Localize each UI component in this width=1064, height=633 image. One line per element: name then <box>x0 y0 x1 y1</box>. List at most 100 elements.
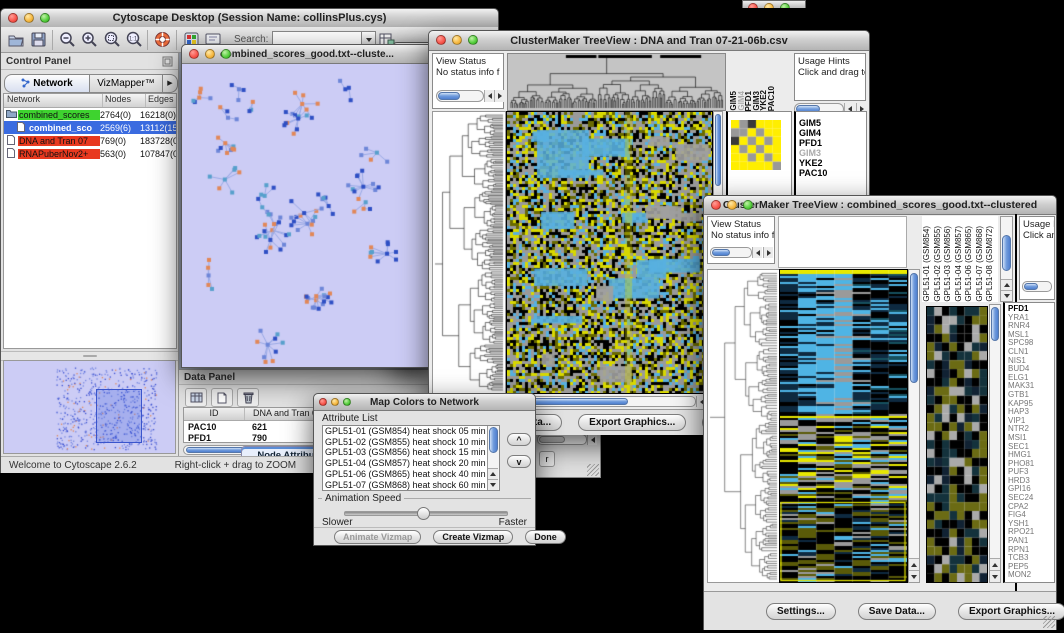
slider-thumb[interactable] <box>417 507 430 520</box>
tv2-gene-label[interactable]: RPO21 <box>1008 528 1054 537</box>
tv2-gene-label[interactable]: YRA1 <box>1008 314 1054 323</box>
new-attribute-icon[interactable] <box>211 388 233 407</box>
move-up-button[interactable]: ^ <box>507 433 531 446</box>
tv2-gene-label[interactable]: CPA2 <box>1008 503 1054 512</box>
create-vizmap-button[interactable]: Create Vizmap <box>433 530 513 544</box>
tv2-save-data-button[interactable]: Save Data... <box>858 603 936 620</box>
tv2-gene-label[interactable]: HRD3 <box>1008 477 1054 486</box>
tv1-similarity-matrix[interactable] <box>731 120 781 170</box>
tv2-gene-label[interactable]: ELG1 <box>1008 374 1054 383</box>
dialog-title-bar[interactable]: Map Colors to Network <box>314 394 535 411</box>
resize-grip[interactable] <box>1043 616 1055 628</box>
tv2-usage-hscrollbar[interactable] <box>1022 281 1052 292</box>
close-icon[interactable] <box>319 398 327 406</box>
attribute-list-item[interactable]: GPL51-04 (GSM857) heat shock 20 min <box>325 458 499 469</box>
tv2-vscroll-down[interactable] <box>909 570 919 582</box>
open-file-icon[interactable] <box>5 30 27 50</box>
zoom-selected-icon[interactable] <box>100 30 122 50</box>
close-icon[interactable] <box>189 49 199 59</box>
animate-vizmap-button[interactable]: Animate Vizmap <box>334 530 421 544</box>
zoom-icon[interactable] <box>221 49 231 59</box>
tv1-gene-label[interactable]: GIM5 <box>799 118 866 128</box>
minimize-icon[interactable] <box>764 3 774 8</box>
tv2-gene-label[interactable]: MAK31 <box>1008 382 1054 391</box>
close-icon[interactable] <box>8 13 18 23</box>
data-column-id[interactable]: ID <box>184 408 245 420</box>
tv2-gene-label[interactable]: GTB1 <box>1008 391 1054 400</box>
attribute-list-item[interactable]: GPL51-02 (GSM855) heat shock 10 min <box>325 437 499 448</box>
tv1-gene-label[interactable]: PAC10 <box>799 168 866 178</box>
delete-attribute-icon[interactable] <box>237 388 259 407</box>
tv2-labels-scroll-up[interactable] <box>1001 279 1012 290</box>
tv2-gene-label[interactable]: PUF3 <box>1008 468 1054 477</box>
tv2-gene-label[interactable]: HMG1 <box>1008 451 1054 460</box>
resize-grip[interactable] <box>587 464 599 476</box>
zoom-icon[interactable] <box>40 13 50 23</box>
treeview1-title-bar[interactable]: ClusterMaker TreeView : DNA and Tran 07-… <box>429 31 869 51</box>
network-overview-panel[interactable] <box>3 360 176 454</box>
attribute-list-item[interactable]: GPL51-06 (GSM865) heat shock 40 min <box>325 469 499 480</box>
tv2-gene-label[interactable]: NIS1 <box>1008 357 1054 366</box>
select-attributes-icon[interactable] <box>185 388 207 407</box>
tv2-gene-label[interactable]: PEP5 <box>1008 563 1054 572</box>
tv2-gene-label[interactable]: PAN1 <box>1008 537 1054 546</box>
tab-vizmapper[interactable]: VizMapper™ <box>90 74 163 93</box>
tv2-gene-label[interactable]: RNR4 <box>1008 322 1054 331</box>
tv2-gene-label[interactable]: NTR2 <box>1008 425 1054 434</box>
minimize-icon[interactable] <box>205 49 215 59</box>
zoom-icon[interactable] <box>343 398 351 406</box>
tv2-gene-label[interactable]: GPI16 <box>1008 485 1054 494</box>
tv2-labels-scroll-down[interactable] <box>1001 290 1012 301</box>
save-icon[interactable] <box>27 30 49 50</box>
column-header-nodes[interactable]: Nodes <box>103 94 146 107</box>
main-title-bar[interactable]: Cytoscape Desktop (Session Name: collins… <box>1 9 498 28</box>
attribute-listbox[interactable]: GPL51-01 (GSM854) heat shock 05 minGPL51… <box>322 425 500 491</box>
network-window-title-bar[interactable]: combined_scores_good.txt--cluste... <box>182 45 432 64</box>
close-icon[interactable] <box>436 35 446 45</box>
tv2-settings-button[interactable]: Settings... <box>766 603 836 620</box>
network-table-row[interactable]: combined_sco2569(6)13112(15) <box>4 121 176 134</box>
minimize-icon[interactable] <box>727 200 737 210</box>
tv2-gene-label[interactable]: FIG4 <box>1008 511 1054 520</box>
tv1-gene-label[interactable]: PFD1 <box>799 138 866 148</box>
column-header-edges[interactable]: Edges <box>146 94 176 107</box>
tv2-gene-label[interactable]: CLN1 <box>1008 348 1054 357</box>
overview-viewport-rect[interactable] <box>96 389 142 443</box>
done-button[interactable]: Done <box>525 530 566 544</box>
attr-scroll-up[interactable] <box>488 468 498 479</box>
tv2-gene-label[interactable]: PHO81 <box>1008 460 1054 469</box>
tv2-gene-label[interactable]: KAP95 <box>1008 400 1054 409</box>
network-canvas[interactable] <box>182 64 430 367</box>
tv2-labels-vscrollbar[interactable] <box>1000 216 1013 302</box>
tv2-gene-label[interactable]: HAP3 <box>1008 408 1054 417</box>
column-header-network[interactable]: Network <box>4 94 103 107</box>
tv1-gene-label[interactable]: YKE2 <box>799 158 866 168</box>
tv2-vscroll-up[interactable] <box>909 558 919 570</box>
tv1-status-scroll-left[interactable] <box>484 90 494 102</box>
zoom-in-icon[interactable] <box>78 30 100 50</box>
tv2-gene-vscrollbar[interactable] <box>989 304 1001 583</box>
tv2-gene-label[interactable]: YSH1 <box>1008 520 1054 529</box>
tv1-status-hscrollbar[interactable] <box>436 90 484 102</box>
tv2-gene-label[interactable]: SEC24 <box>1008 494 1054 503</box>
fragment-hscrollbar[interactable] <box>537 434 587 445</box>
tv1-column-dendrogram[interactable] <box>507 53 726 111</box>
tv2-zoomed-heatmap[interactable] <box>926 306 988 583</box>
tv2-gene-scroll-up[interactable] <box>990 558 1000 570</box>
tv1-gene-label[interactable]: GIM4 <box>799 128 866 138</box>
tv1-export-graphics-button[interactable]: Export Graphics... <box>578 414 686 431</box>
tv2-status-hscrollbar[interactable] <box>710 247 752 258</box>
tv2-gene-label[interactable]: PFD1 <box>1008 305 1054 314</box>
close-icon[interactable] <box>748 3 758 8</box>
help-icon[interactable] <box>151 30 173 50</box>
tv2-heatmap-vscrollbar[interactable] <box>908 269 920 583</box>
tab-network[interactable]: Network <box>4 74 90 93</box>
network-table-row[interactable]: DNA and Tran 07769(0)183728(0) <box>4 134 176 147</box>
tv2-row-dendrogram[interactable] <box>707 269 780 583</box>
close-icon[interactable] <box>711 200 721 210</box>
tv2-heatmap[interactable] <box>779 269 908 583</box>
tv2-gene-label[interactable]: MSL1 <box>1008 331 1054 340</box>
tv2-gene-label[interactable]: SPC98 <box>1008 339 1054 348</box>
zoom-icon[interactable] <box>743 200 753 210</box>
tv2-status-scroll-left[interactable] <box>752 247 762 258</box>
